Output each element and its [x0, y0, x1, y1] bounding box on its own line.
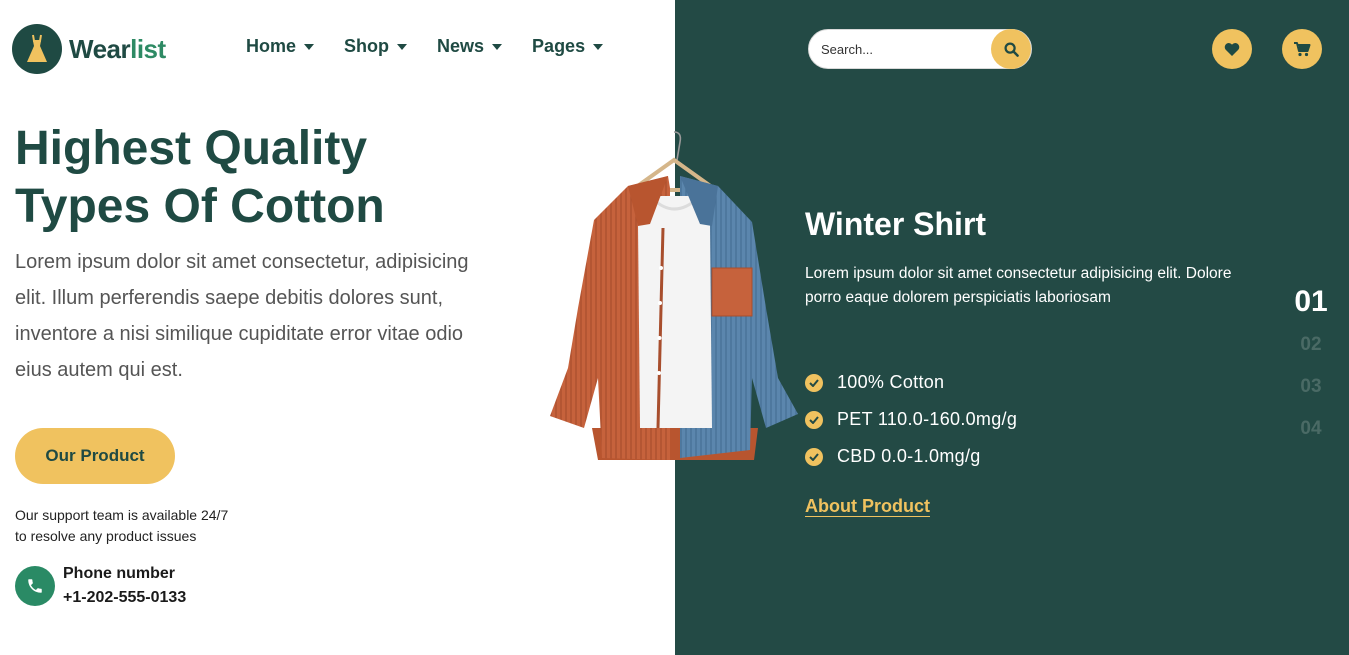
brand-logo[interactable]: Wearlist: [12, 24, 166, 74]
chevron-down-icon: [304, 44, 315, 50]
phone-icon: [15, 566, 55, 606]
chevron-down-icon: [397, 44, 408, 50]
search-input[interactable]: [809, 30, 989, 68]
cart-button[interactable]: [1282, 29, 1322, 69]
hero-title-line1: Highest Quality: [15, 122, 368, 175]
brand-name: Wearlist: [69, 34, 166, 65]
support-line-2: to resolve any product issues: [15, 528, 197, 544]
check-circle-icon: [805, 373, 823, 392]
slide-indicator[interactable]: 04: [1290, 412, 1332, 454]
nav-item-pages[interactable]: Pages: [532, 36, 604, 57]
brand-name-part1: Wear: [69, 33, 131, 64]
support-line-1: Our support team is available 24/7: [15, 507, 229, 523]
heart-icon: [1224, 42, 1240, 56]
wishlist-button[interactable]: [1212, 29, 1252, 69]
phone-details: Phone number +1-202-555-0133: [63, 562, 186, 610]
check-circle-icon: [805, 447, 823, 466]
phone-number: +1-202-555-0133: [63, 589, 187, 606]
dress-icon: [12, 24, 62, 74]
nav-item-news[interactable]: News: [437, 36, 503, 57]
feature-label: PET 110.0-160.0mg/g: [837, 409, 1018, 429]
nav-label: News: [437, 36, 485, 56]
main-nav: Home Shop News Pages: [246, 36, 633, 57]
chevron-down-icon: [593, 44, 604, 50]
feature-label: 100% Cotton: [837, 372, 945, 392]
nav-label: Pages: [532, 36, 586, 56]
phone-label: Phone number: [63, 565, 176, 582]
slide-indicator[interactable]: 03: [1290, 370, 1332, 412]
hero-title: Highest Quality Types Of Cotton: [15, 120, 475, 236]
our-product-button[interactable]: Our Product: [15, 428, 175, 484]
feature-item: PET 110.0-160.0mg/g: [805, 401, 1017, 438]
nav-label: Home: [246, 36, 297, 56]
slide-indicator[interactable]: 02: [1290, 328, 1332, 370]
nav-label: Shop: [344, 36, 390, 56]
cart-icon: [1294, 42, 1311, 57]
product-title: Winter Shirt: [805, 206, 987, 242]
phone-contact[interactable]: Phone number +1-202-555-0133: [15, 562, 186, 610]
search-button[interactable]: [991, 29, 1031, 69]
product-description: Lorem ipsum dolor sit amet consectetur a…: [805, 265, 1232, 306]
about-product-link[interactable]: About Product: [805, 496, 930, 517]
search-bar: [808, 29, 1032, 69]
feature-label: CBD 0.0-1.0mg/g: [837, 446, 981, 466]
feature-item: CBD 0.0-1.0mg/g: [805, 438, 1017, 475]
slide-pagination: 01 02 03 04: [1290, 284, 1332, 454]
feature-item: 100% Cotton: [805, 364, 1017, 401]
hero-title-line2: Types Of Cotton: [15, 180, 385, 233]
product-shirt-image: [550, 131, 798, 460]
support-text: Our support team is available 24/7 to re…: [15, 505, 228, 547]
brand-name-part2: list: [130, 33, 166, 64]
nav-item-shop[interactable]: Shop: [344, 36, 408, 57]
feature-list: 100% Cotton PET 110.0-160.0mg/g CBD 0.0-…: [805, 364, 1017, 475]
hero-description: Lorem ipsum dolor sit amet consectetur, …: [15, 251, 469, 381]
nav-item-home[interactable]: Home: [246, 36, 315, 57]
search-icon: [1003, 41, 1019, 57]
slide-indicator-active[interactable]: 01: [1290, 284, 1332, 328]
check-circle-icon: [805, 410, 823, 429]
chevron-down-icon: [492, 44, 503, 50]
